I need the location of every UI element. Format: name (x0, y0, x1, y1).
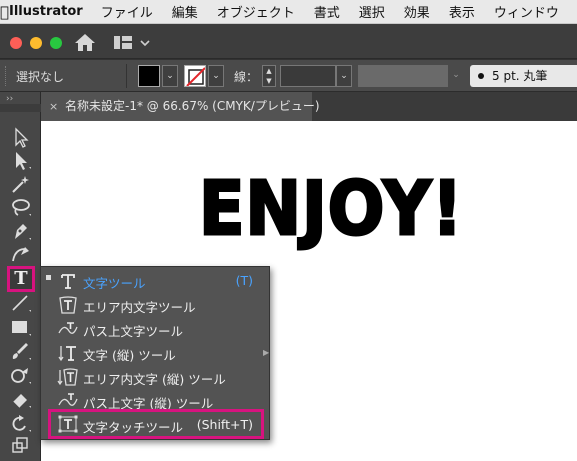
scale-tool-icon[interactable] (7, 434, 33, 456)
line-segment-tool-icon[interactable] (7, 292, 33, 314)
stroke-dropdown-arrow[interactable]: ⌄ (208, 65, 224, 87)
menu-item-area-type-tool[interactable]: エリア内文字ツール (41, 293, 269, 317)
type-tool-button[interactable]: T (7, 266, 35, 292)
menu-item-vertical-area-type-tool[interactable]: エリア内文字 (縦) ツール (41, 365, 269, 389)
app-title-bar (0, 24, 577, 59)
menu-item-shortcut: (T) (235, 273, 253, 288)
menu-item-type-on-path-tool[interactable]: パス上文字ツール (41, 317, 269, 341)
brush-definition-dropdown[interactable]: 5 pt. 丸筆 (470, 65, 577, 87)
selection-tool-icon[interactable] (7, 126, 33, 148)
rotate-tool-icon[interactable] (7, 412, 33, 434)
zoom-window-button[interactable] (50, 37, 62, 49)
stroke-color-swatch[interactable] (184, 65, 206, 87)
stroke-weight-dropdown[interactable]: ⌄ (336, 65, 352, 87)
divider (126, 64, 127, 88)
tools-panel: ›› T (0, 92, 41, 461)
stroke-weight-field[interactable] (280, 65, 336, 87)
tearoff-arrow-icon[interactable]: ▶ (263, 348, 269, 357)
document-tab-title: 名称未設定-1* @ 66.67% (CMYK/プレビュー) (65, 99, 320, 113)
pen-tool-icon[interactable] (7, 220, 33, 242)
stroke-weight-stepper[interactable]: ▲ ▼ (262, 65, 276, 87)
control-bar: 選択なし ⌄ ⌄ 線： ▲ ▼ ⌄ ⌄ 5 pt. 丸筆 (0, 60, 577, 92)
current-tool-marker-icon (46, 275, 51, 280)
curvature-tool-icon[interactable] (7, 243, 33, 265)
menu-object[interactable]: オブジェクト (217, 2, 295, 21)
menu-select[interactable]: 選択 (359, 2, 385, 21)
apple-icon[interactable]:  (0, 3, 9, 21)
eraser-tool-icon[interactable] (7, 388, 33, 410)
fill-dropdown-arrow[interactable]: ⌄ (162, 65, 178, 87)
menu-item-type-tool[interactable]: 文字ツール (T) (41, 269, 269, 293)
menu-effect[interactable]: 効果 (404, 2, 430, 21)
menu-item-label: 文字 (縦) ツール (83, 348, 176, 363)
type-on-path-tool-icon (58, 322, 78, 334)
vertical-type-on-path-tool-icon (58, 393, 78, 406)
type-tool-icon: T (14, 268, 28, 289)
menu-file[interactable]: ファイル (101, 2, 153, 21)
stroke-weight-label: 線： (234, 70, 259, 84)
brush-dot-icon (478, 73, 484, 79)
app-menu[interactable]: Illustrator (9, 4, 83, 19)
type-tool-flyout-menu: 文字ツール (T) エリア内文字ツール パス上文字ツール 文字 (縦) ツール … (40, 266, 270, 440)
panel-grip[interactable] (5, 66, 8, 86)
menu-item-label: エリア内文字ツール (83, 300, 196, 315)
shaper-tool-icon[interactable] (7, 364, 33, 386)
document-tab[interactable]: × 名称未設定-1* @ 66.67% (CMYK/プレビュー) (41, 92, 320, 121)
menu-view[interactable]: 表示 (449, 2, 475, 21)
paintbrush-tool-icon[interactable] (7, 340, 33, 362)
artwork-text[interactable]: ENJOY! (198, 165, 464, 254)
brush-label: 5 pt. 丸筆 (492, 69, 548, 83)
close-tab-icon[interactable]: × (49, 92, 58, 121)
menu-item-vertical-type-tool[interactable]: 文字 (縦) ツール (41, 341, 269, 365)
vertical-area-type-tool-icon (57, 368, 78, 386)
touch-type-tool-icon (58, 415, 78, 433)
fill-color-swatch[interactable] (138, 65, 160, 87)
selection-status: 選択なし (16, 70, 65, 84)
menu-item-shortcut: (Shift+T) (196, 417, 253, 432)
profile-dropdown-arrow[interactable]: ⌄ (448, 65, 464, 87)
menu-item-touch-type-tool[interactable]: 文字タッチツール (Shift+T) (48, 409, 264, 439)
area-type-tool-icon (59, 296, 77, 314)
type-tool-icon (61, 274, 75, 289)
menu-window[interactable]: ウィンドウ (494, 2, 559, 21)
menu-item-label: 文字ツール (83, 276, 146, 291)
no-stroke-icon (186, 67, 205, 86)
collapse-panel-icon[interactable]: ›› (6, 94, 13, 104)
variable-width-profile[interactable] (358, 65, 448, 87)
close-window-button[interactable] (10, 37, 22, 49)
menu-edit[interactable]: 編集 (172, 2, 198, 21)
minimize-window-button[interactable] (30, 37, 42, 49)
workspace-layout-icon[interactable] (114, 34, 154, 52)
direct-selection-tool-icon[interactable] (7, 149, 33, 171)
menu-bar:  Illustrator ファイル 編集 オブジェクト 書式 選択 効果 表示… (0, 0, 577, 24)
menu-item-label: 文字タッチツール (83, 420, 184, 435)
lasso-tool-icon[interactable] (7, 196, 33, 218)
menu-type[interactable]: 書式 (314, 2, 340, 21)
menu-item-label: パス上文字ツール (83, 324, 184, 339)
vertical-type-tool-icon (58, 346, 76, 362)
rectangle-tool-icon[interactable] (7, 316, 33, 338)
menu-item-label: エリア内文字 (縦) ツール (83, 372, 226, 387)
magic-wand-tool-icon[interactable] (7, 173, 33, 195)
home-icon[interactable] (74, 32, 96, 52)
tools-panel-header[interactable] (0, 104, 41, 112)
